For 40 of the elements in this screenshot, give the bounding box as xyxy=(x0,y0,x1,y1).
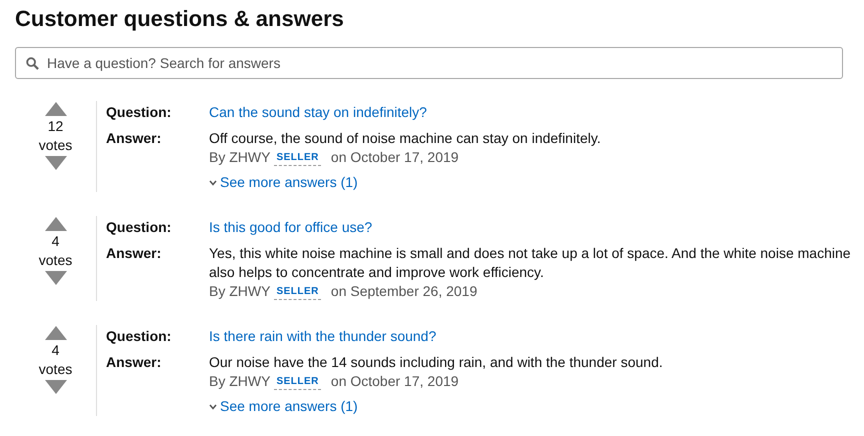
see-more-link[interactable]: See more answers (1) xyxy=(209,397,358,416)
votes-label: votes xyxy=(38,360,72,379)
question-link[interactable]: Is this good for office use? xyxy=(209,217,372,237)
answer-label: Answer: xyxy=(106,129,162,148)
answer-label: Answer: xyxy=(106,353,162,372)
votes-label: votes xyxy=(38,251,72,270)
chevron-down-icon xyxy=(209,404,217,410)
answer-date: on October 17, 2019 xyxy=(330,148,459,167)
vote-count: 4 xyxy=(52,232,60,251)
answer-author: By ZHWY xyxy=(209,148,270,167)
question-link[interactable]: Is there rain with the thunder sound? xyxy=(209,326,436,346)
question-label: Question: xyxy=(106,103,172,122)
upvote-icon[interactable] xyxy=(44,326,66,340)
vote-count: 4 xyxy=(52,341,60,360)
votes-label: votes xyxy=(38,136,72,155)
chevron-down-icon xyxy=(209,180,217,186)
vote-count: 12 xyxy=(48,117,64,136)
answer-author: By ZHWY xyxy=(209,372,270,391)
question-label: Question: xyxy=(106,218,172,237)
answer-text: Off course, the sound of noise machine can stay on indefinitely. xyxy=(209,129,602,148)
seller-badge: SELLER xyxy=(274,150,321,166)
search-icon xyxy=(26,57,39,70)
see-more-link[interactable]: See more answers (1) xyxy=(209,173,358,192)
downvote-icon[interactable] xyxy=(44,271,66,285)
seller-badge: SELLER xyxy=(274,374,321,390)
answer-text: Yes, this white noise machine is small and does not take up a lot of space. And the white noise machine also helps to concentrate and improve work efficiency. xyxy=(209,244,852,282)
question-label: Question: xyxy=(106,327,172,346)
answer-date: on October 17, 2019 xyxy=(330,372,459,391)
downvote-icon[interactable] xyxy=(44,380,66,394)
downvote-icon[interactable] xyxy=(44,156,66,170)
question-link[interactable]: Can the sound stay on indefinitely? xyxy=(209,102,427,122)
answer-text: Our noise have the 14 sounds including rain, and with the thunder sound. xyxy=(209,353,664,372)
answer-label: Answer: xyxy=(106,244,162,263)
upvote-icon[interactable] xyxy=(44,102,66,116)
upvote-icon[interactable] xyxy=(44,217,66,231)
answer-author: By ZHWY xyxy=(209,282,270,301)
search-field[interactable]: Have a question? Search for answers xyxy=(15,47,843,79)
answer-date: on September 26, 2019 xyxy=(330,282,478,301)
page-title: Customer questions & answers xyxy=(15,5,345,33)
seller-badge: SELLER xyxy=(274,284,321,300)
